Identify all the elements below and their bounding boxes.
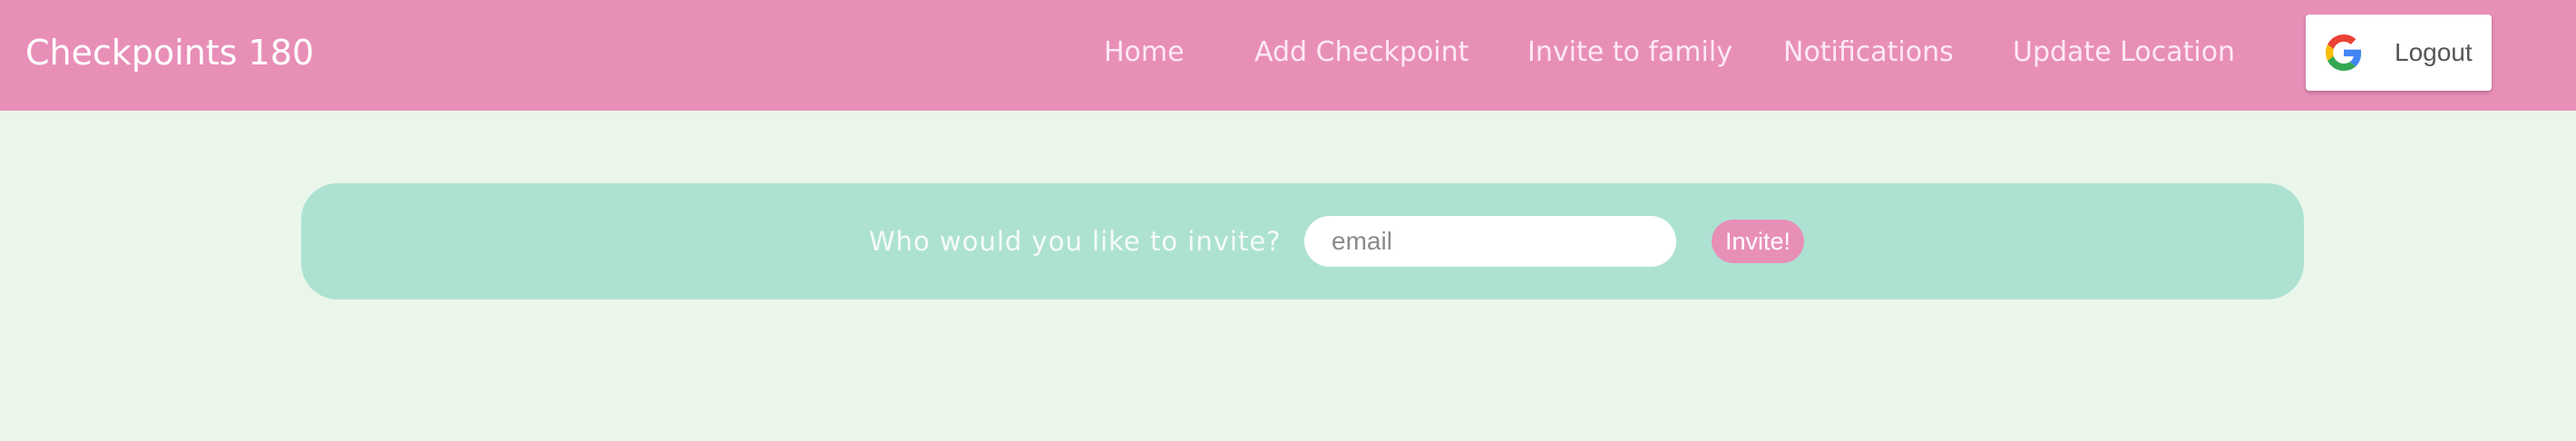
nav-link-invite-to-family[interactable]: Invite to family [1527, 0, 1732, 105]
invite-button[interactable]: Invite! [1712, 220, 1804, 263]
nav-link-home[interactable]: Home [1104, 0, 1185, 105]
invite-prompt: Who would you like to invite? [869, 226, 1282, 257]
google-icon [2326, 34, 2362, 71]
email-input[interactable] [1304, 216, 1676, 267]
top-navbar: Checkpoints 180 Home Add Checkpoint Invi… [0, 0, 2576, 111]
nav-link-notifications[interactable]: Notifications [1783, 0, 1954, 105]
brand-title[interactable]: Checkpoints 180 [25, 0, 314, 105]
logout-button[interactable]: Logout [2306, 15, 2492, 91]
invite-panel: Who would you like to invite? Invite! [301, 183, 2304, 299]
nav-link-update-location[interactable]: Update Location [2013, 0, 2235, 105]
logout-label: Logout [2395, 38, 2473, 66]
nav-link-add-checkpoint[interactable]: Add Checkpoint [1254, 0, 1469, 105]
